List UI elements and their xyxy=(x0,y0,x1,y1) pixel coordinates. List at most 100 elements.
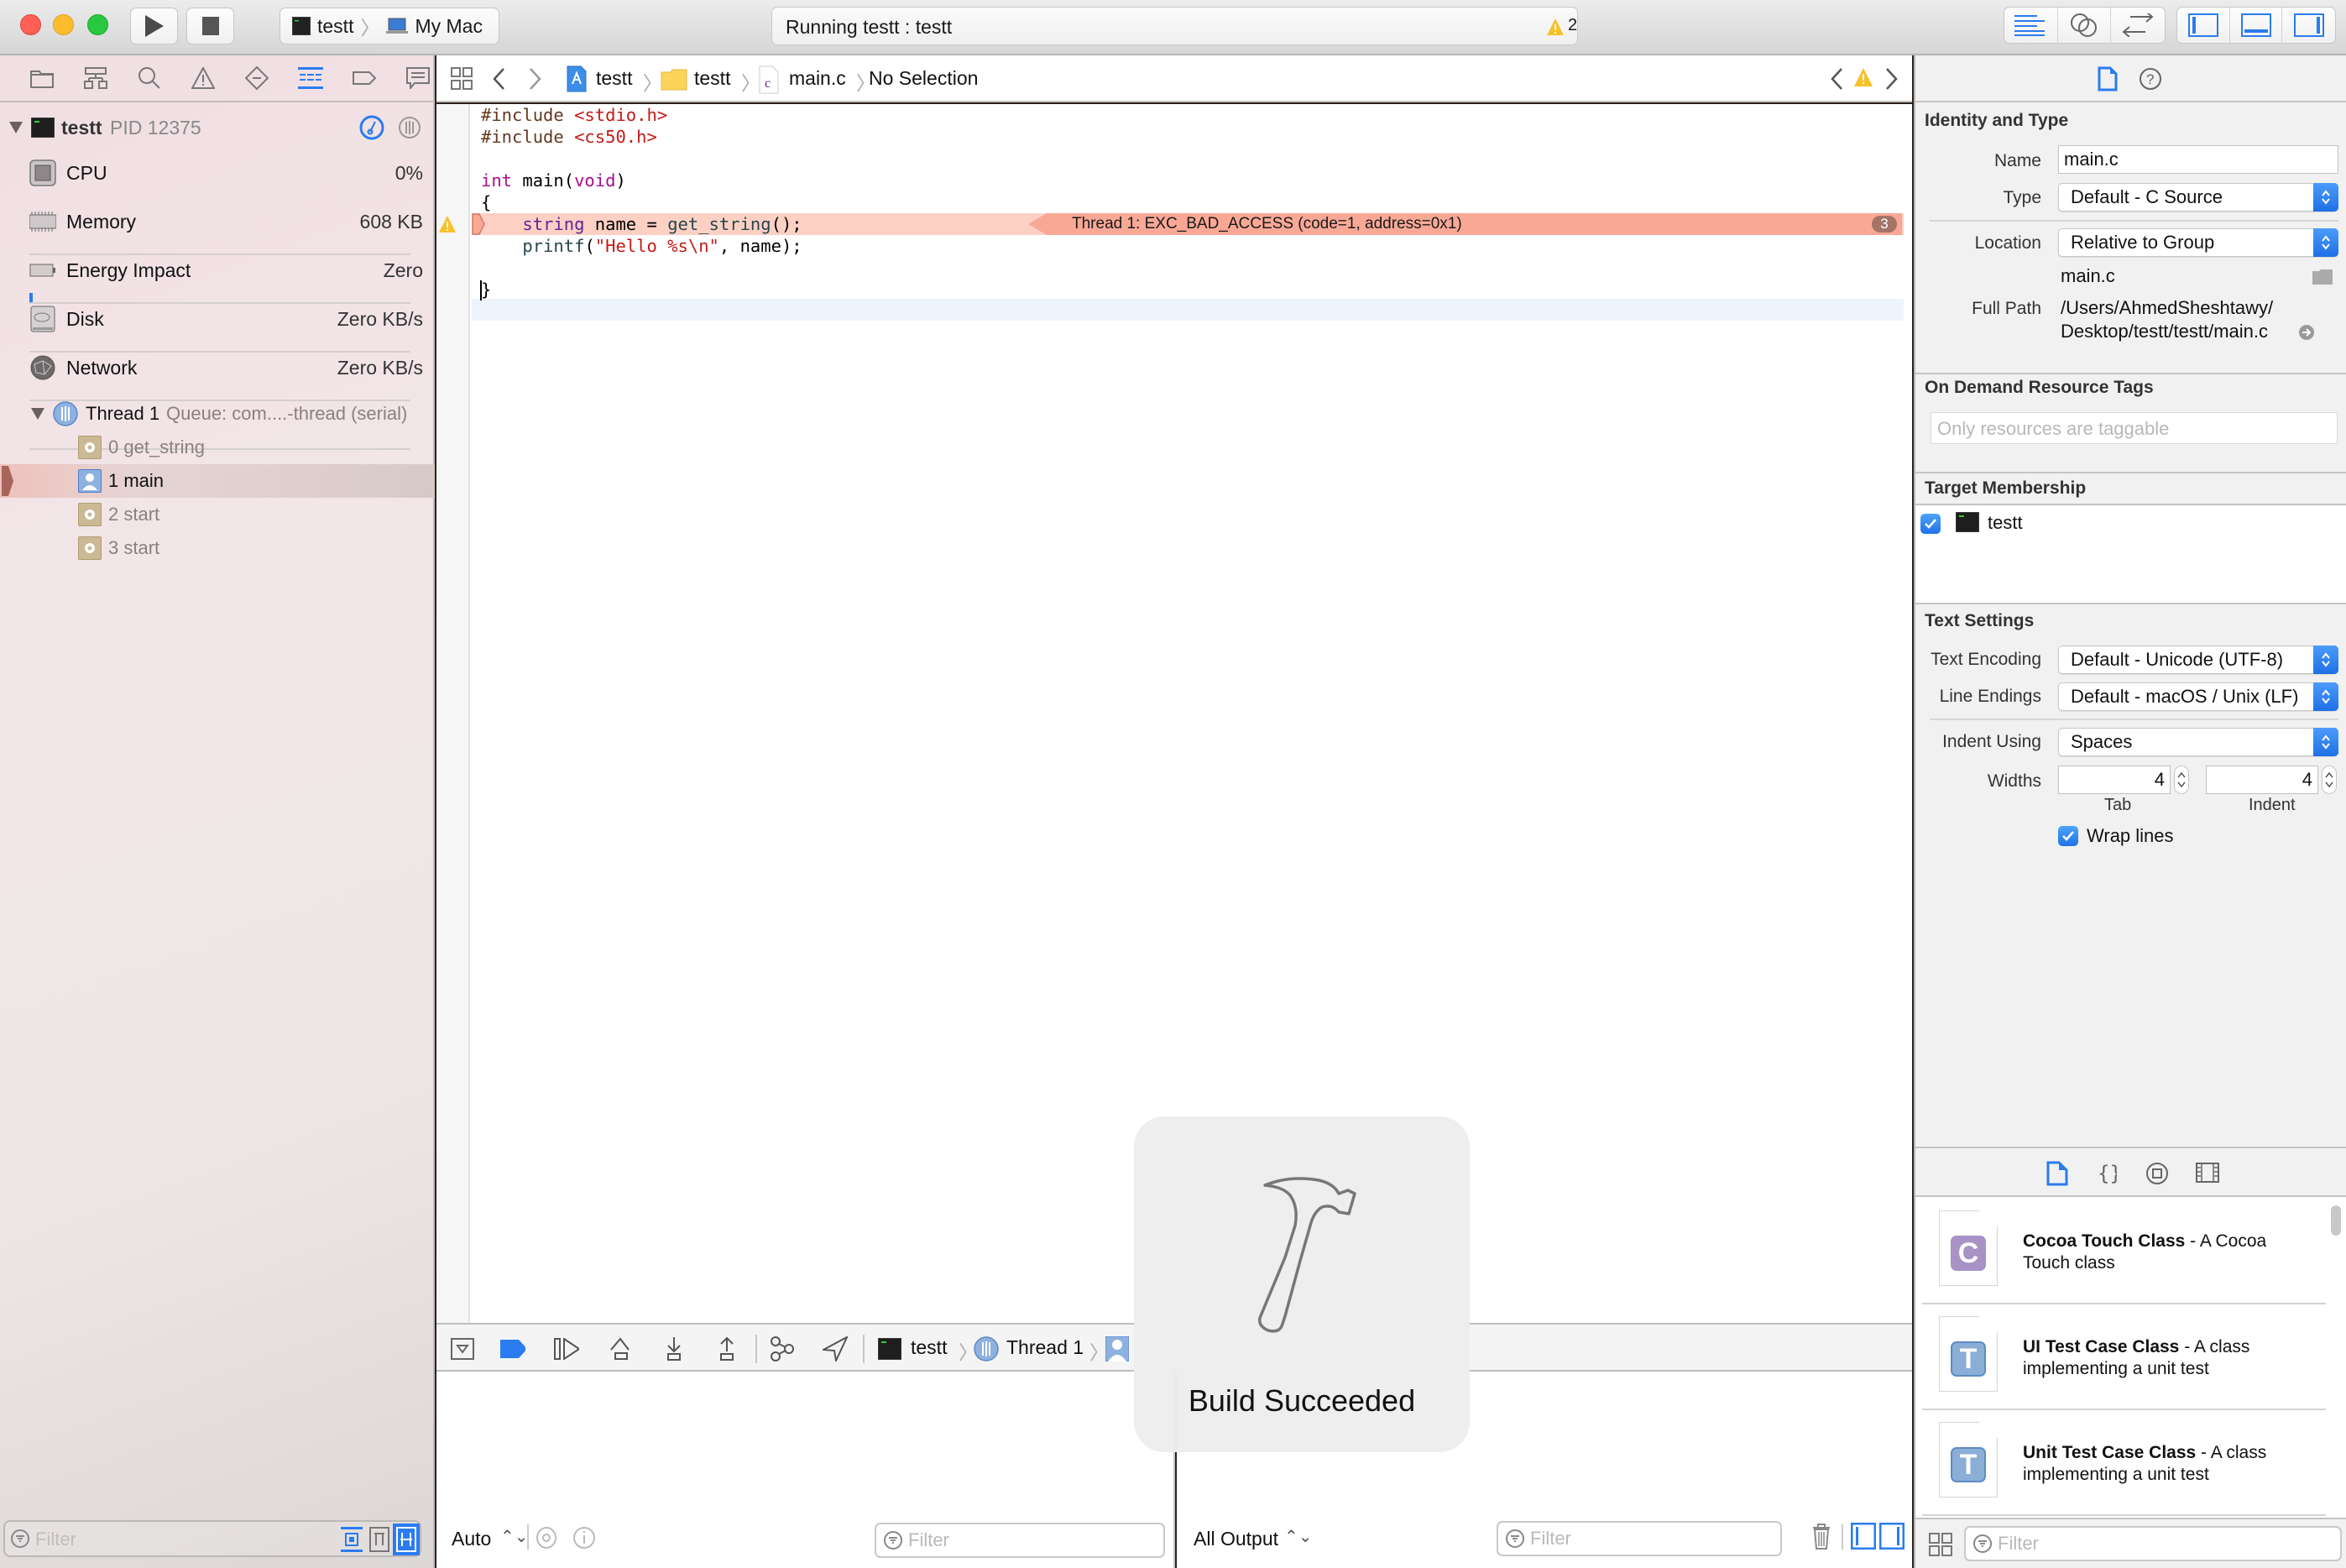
wrap-lines-checkbox[interactable] xyxy=(2058,826,2078,846)
debug-crumb-process[interactable]: testt xyxy=(911,1336,947,1359)
tab-width-field[interactable]: 4 xyxy=(2058,766,2171,794)
variables-view[interactable]: Auto ⌃⌄ Filter xyxy=(436,1372,1175,1568)
thread-view-icon[interactable] xyxy=(398,116,421,139)
file-template-icon[interactable] xyxy=(2046,1161,2068,1186)
tab-test-navigator[interactable] xyxy=(243,65,269,91)
grid-view-icon[interactable] xyxy=(1929,1533,1952,1556)
reveal-in-finder-arrow-icon[interactable] xyxy=(2298,324,2315,341)
debug-memory-graph-button[interactable] xyxy=(769,1336,794,1362)
odr-tags-field[interactable]: Only resources are taggable xyxy=(1931,412,2338,444)
gauge-memory[interactable]: Memory 608 KB xyxy=(0,197,435,246)
library-item[interactable]: T UI Test Case Class - A class implement… xyxy=(1922,1304,2326,1410)
location-popup[interactable]: Relative to Group xyxy=(2058,228,2338,257)
forward-chevron-icon[interactable] xyxy=(529,67,542,91)
indent-width-field[interactable]: 4 xyxy=(2206,766,2318,794)
help-icon[interactable]: ? xyxy=(2139,67,2162,91)
tab-debug-navigator[interactable] xyxy=(297,65,323,91)
indent-using-popup[interactable]: Spaces xyxy=(2058,728,2338,756)
type-popup[interactable]: Default - C Source xyxy=(2058,183,2338,212)
tab-breakpoint-navigator[interactable] xyxy=(351,65,377,91)
next-issue-icon[interactable] xyxy=(1885,67,1899,91)
gauge-cpu[interactable]: CPU 0% xyxy=(0,149,435,197)
text-encoding-popup[interactable]: Default - Unicode (UTF-8) xyxy=(2058,645,2338,674)
indent-width-stepper[interactable] xyxy=(2322,766,2337,794)
run-button[interactable] xyxy=(130,8,178,44)
variables-filter-field[interactable]: Filter xyxy=(875,1523,1165,1558)
gauge-disk[interactable]: Disk Zero KB/s xyxy=(0,295,435,343)
toggle-debug-area-button[interactable] xyxy=(2230,8,2283,43)
target-testt-checkbox[interactable] xyxy=(1920,514,1941,534)
related-items-icon[interactable] xyxy=(451,67,473,91)
debug-gauges-button-icon[interactable] xyxy=(359,115,384,140)
library-filter-field[interactable]: Filter xyxy=(1964,1526,2342,1561)
breadcrumb-symbol[interactable]: No Selection xyxy=(869,67,978,90)
filter-hierarchy-icon[interactable] xyxy=(369,1527,389,1552)
line-endings-popup[interactable]: Default - macOS / Unix (LF) xyxy=(2058,682,2338,711)
assistant-editor-button[interactable] xyxy=(2058,8,2112,43)
stack-frame-row[interactable]: 0 get_string xyxy=(0,431,435,464)
library-item[interactable]: T Unit Test Case Class - A class impleme… xyxy=(1922,1410,2326,1516)
show-console-view-icon[interactable] xyxy=(1879,1523,1904,1550)
tab-issue-navigator[interactable] xyxy=(190,65,216,91)
breadcrumb-project[interactable]: testt xyxy=(596,67,632,90)
version-editor-button[interactable] xyxy=(2111,8,2165,43)
stack-frame-row[interactable]: 2 start xyxy=(0,498,435,531)
name-field[interactable]: main.c xyxy=(2058,145,2338,174)
variables-scope-popup[interactable]: Auto xyxy=(452,1528,491,1550)
disclosure-triangle-icon[interactable] xyxy=(9,122,23,133)
console-output-popup[interactable]: All Output xyxy=(1194,1528,1278,1550)
info-icon[interactable] xyxy=(572,1526,596,1550)
gauge-energy-impact[interactable]: Energy Impact Zero xyxy=(0,246,435,295)
zoom-window-button[interactable] xyxy=(87,14,108,35)
code-snippet-icon[interactable]: {} xyxy=(2097,1162,2117,1185)
tab-width-stepper[interactable] xyxy=(2174,766,2189,794)
error-annotation[interactable]: Thread 1: EXC_BAD_ACCESS (code=1, addres… xyxy=(1028,213,1902,235)
user-code-icon[interactable] xyxy=(1105,1336,1129,1362)
step-into-button[interactable] xyxy=(661,1336,687,1362)
breadcrumb-file[interactable]: main.c xyxy=(789,67,846,90)
process-row[interactable]: testt PID 12375 xyxy=(0,109,435,146)
warning-icon[interactable] xyxy=(438,215,457,233)
tab-find-navigator[interactable] xyxy=(136,65,162,91)
quick-look-eye-icon[interactable] xyxy=(536,1526,557,1550)
file-inspector-tab-icon[interactable] xyxy=(2098,66,2118,91)
popup-arrows-icon[interactable]: ⌃⌄ xyxy=(1284,1526,1313,1547)
step-over-button[interactable] xyxy=(609,1336,634,1362)
error-count-badge[interactable]: 3 xyxy=(1872,216,1897,233)
stop-button[interactable] xyxy=(186,8,234,44)
library-scrollbar[interactable] xyxy=(2331,1205,2341,1236)
standard-editor-button[interactable] xyxy=(2004,8,2058,43)
show-variables-view-icon[interactable] xyxy=(1851,1523,1876,1550)
console-filter-field[interactable]: Filter xyxy=(1497,1521,1782,1556)
hide-debug-area-button[interactable] xyxy=(450,1336,475,1362)
trash-icon[interactable] xyxy=(1811,1523,1831,1550)
issue-warning-icon[interactable] xyxy=(1853,67,1873,87)
back-chevron-icon[interactable] xyxy=(492,67,505,91)
popup-arrows-icon[interactable]: ⌃⌄ xyxy=(500,1526,529,1547)
toggle-utilities-button[interactable] xyxy=(2282,8,2335,43)
gauge-network[interactable]: Network Zero KB/s xyxy=(0,343,435,392)
navigator-filter-field[interactable]: Filter xyxy=(3,1520,421,1557)
editor-gutter[interactable] xyxy=(436,104,470,1323)
continue-button[interactable] xyxy=(554,1336,579,1362)
media-icon[interactable] xyxy=(2196,1163,2219,1183)
previous-issue-icon[interactable] xyxy=(1830,67,1843,91)
object-icon[interactable] xyxy=(2145,1162,2169,1185)
debug-crumb-thread[interactable]: Thread 1 xyxy=(1006,1336,1084,1359)
breadcrumb-group[interactable]: testt xyxy=(694,67,730,90)
library-item[interactable]: C Cocoa Touch Class - A Cocoa Touch clas… xyxy=(1922,1199,2326,1304)
stack-frame-row[interactable]: 3 start xyxy=(0,531,435,565)
minimize-window-button[interactable] xyxy=(53,14,74,35)
choose-location-folder-icon[interactable] xyxy=(2312,269,2333,285)
simulate-location-button[interactable] xyxy=(823,1336,848,1362)
tab-symbol-navigator[interactable] xyxy=(82,65,108,91)
stack-frame-row-selected[interactable]: 1 main xyxy=(0,464,435,498)
step-out-button[interactable] xyxy=(714,1336,739,1362)
close-window-button[interactable] xyxy=(20,14,41,35)
toggle-navigator-button[interactable] xyxy=(2177,8,2230,43)
warning-icon[interactable] xyxy=(1546,18,1565,36)
breakpoints-toggle-button[interactable] xyxy=(500,1336,525,1362)
filter-running-threads-icon[interactable] xyxy=(341,1527,363,1552)
tab-project-navigator[interactable] xyxy=(29,65,55,91)
tab-report-navigator[interactable] xyxy=(405,65,431,91)
